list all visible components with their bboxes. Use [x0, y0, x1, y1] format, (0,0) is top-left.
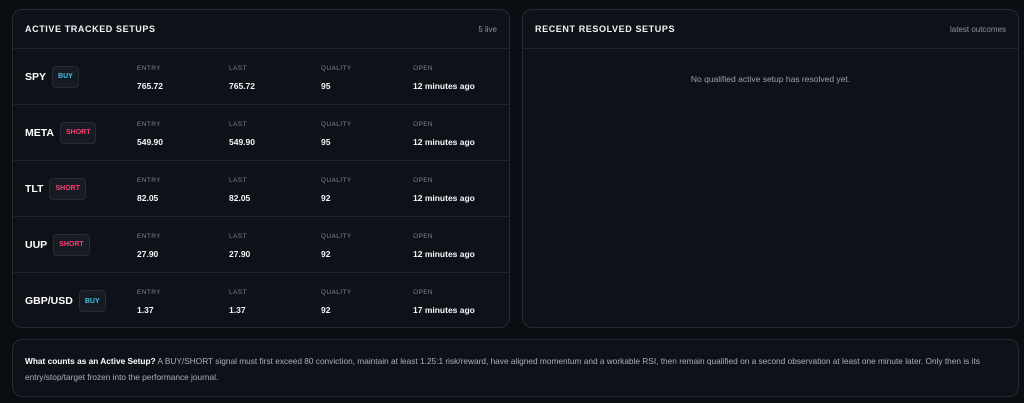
setup-row[interactable]: GBP/USD BUY ENTRY 1.37 LAST 1.37 QUALITY 92 OPEN…: [13, 273, 509, 327]
setup-row[interactable]: META SHORT ENTRY 549.90 LAST 549.90 QUALITY 95 O…: [13, 105, 509, 161]
setup-symbol-cell: TLT SHORT: [25, 161, 86, 216]
quality-metric: QUALITY 92: [321, 176, 352, 203]
quality-label: QUALITY: [321, 289, 352, 296]
setup-symbol: TLT: [25, 182, 44, 195]
open-value: 17 minutes ago: [413, 305, 475, 315]
entry-value: 82.05: [137, 193, 159, 203]
side-badge: SHORT: [59, 121, 97, 144]
setup-row[interactable]: UUP SHORT ENTRY 27.90 LAST 27.90 QUALITY 92 OPEN…: [13, 217, 509, 273]
open-label: OPEN: [413, 233, 434, 240]
last-metric: LAST 27.90: [229, 232, 250, 259]
setup-symbol: UUP: [25, 238, 48, 251]
resolved-setups-header: RECENT RESOLVED SETUPS latest outcomes: [523, 10, 1018, 49]
entry-label: ENTRY: [137, 65, 161, 72]
last-metric: LAST 549.90: [229, 120, 255, 147]
last-metric: LAST 765.72: [229, 64, 255, 91]
active-setups-header: ACTIVE TRACKED SETUPS 5 live: [13, 10, 509, 49]
side-badge: BUY: [78, 290, 106, 312]
entry-value: 549.90: [137, 137, 163, 147]
quality-label: QUALITY: [321, 121, 352, 128]
entry-metric: ENTRY 765.72: [137, 64, 163, 91]
entry-metric: ENTRY 1.37: [137, 288, 161, 315]
side-badge: SHORT: [49, 177, 86, 200]
entry-label: ENTRY: [137, 177, 161, 184]
entry-label: ENTRY: [137, 289, 161, 296]
quality-value: 92: [321, 305, 331, 315]
open-value: 12 minutes ago: [413, 193, 475, 203]
open-label: OPEN: [413, 177, 434, 184]
explainer-body: A BUY/SHORT signal must first exceed 80 …: [25, 356, 980, 382]
quality-label: QUALITY: [321, 65, 352, 72]
last-value: 765.72: [229, 81, 255, 91]
open-label: OPEN: [413, 65, 434, 72]
entry-metric: ENTRY 27.90: [137, 232, 161, 259]
live-count: 5 live: [478, 24, 497, 34]
resolved-setups-subtitle: latest outcomes: [949, 24, 1006, 34]
open-label: OPEN: [413, 289, 434, 296]
open-metric: OPEN 12 minutes ago: [413, 120, 475, 147]
quality-metric: QUALITY 92: [321, 288, 352, 315]
setup-row[interactable]: SPY BUY ENTRY 765.72 LAST 765.72 QUALITY 95 OPEN…: [13, 49, 509, 105]
empty-state-message: No qualified active setup has resolved y…: [690, 74, 851, 84]
last-label: LAST: [229, 121, 247, 128]
active-setup-explainer: What counts as an Active Setup? A BUY/SH…: [12, 339, 1019, 397]
open-value: 12 minutes ago: [413, 249, 475, 259]
last-value: 27.90: [229, 249, 251, 259]
entry-metric: ENTRY 549.90: [137, 120, 163, 147]
open-metric: OPEN 12 minutes ago: [413, 64, 475, 91]
entry-label: ENTRY: [137, 121, 161, 128]
active-setups-list: SPY BUY ENTRY 765.72 LAST 765.72 QUALITY 95 OPEN…: [13, 49, 509, 327]
open-metric: OPEN 12 minutes ago: [413, 176, 475, 203]
last-metric: LAST 82.05: [229, 176, 250, 203]
entry-value: 1.37: [137, 305, 154, 315]
setup-row[interactable]: TLT SHORT ENTRY 82.05 LAST 82.05 QUALITY 92 OPEN…: [13, 161, 509, 217]
quality-label: QUALITY: [321, 177, 352, 184]
entry-value: 27.90: [137, 249, 159, 259]
open-value: 12 minutes ago: [413, 81, 475, 91]
explainer-text: What counts as an Active Setup? A BUY/SH…: [13, 340, 1018, 385]
resolved-setups-title: RECENT RESOLVED SETUPS: [535, 24, 676, 34]
side-badge: BUY: [52, 65, 79, 88]
last-value: 82.05: [229, 193, 251, 203]
side-badge: SHORT: [53, 233, 90, 256]
setup-symbol-cell: SPY BUY: [25, 49, 79, 104]
quality-label: QUALITY: [321, 233, 352, 240]
entry-value: 765.72: [137, 81, 163, 91]
open-value: 12 minutes ago: [413, 137, 475, 147]
quality-value: 92: [321, 193, 331, 203]
last-label: LAST: [229, 65, 247, 72]
last-label: LAST: [229, 233, 247, 240]
quality-metric: QUALITY 92: [321, 232, 352, 259]
last-label: LAST: [229, 177, 247, 184]
quality-metric: QUALITY 95: [321, 64, 352, 91]
open-metric: OPEN 12 minutes ago: [413, 232, 475, 259]
quality-metric: QUALITY 95: [321, 120, 352, 147]
resolved-setups-panel: RECENT RESOLVED SETUPS latest outcomes N…: [522, 9, 1019, 328]
active-setups-panel: ACTIVE TRACKED SETUPS 5 live SPY BUY ENTRY…: [12, 9, 510, 328]
open-label: OPEN: [413, 121, 434, 128]
open-metric: OPEN 17 minutes ago: [413, 288, 475, 315]
last-label: LAST: [229, 289, 247, 296]
entry-metric: ENTRY 82.05: [137, 176, 161, 203]
quality-value: 95: [321, 81, 331, 91]
setup-symbol: META: [25, 126, 54, 139]
setup-symbol-cell: UUP SHORT: [25, 217, 90, 272]
quality-value: 95: [321, 137, 331, 147]
last-value: 549.90: [229, 137, 255, 147]
setup-symbol-cell: META SHORT: [25, 105, 97, 160]
quality-value: 92: [321, 249, 331, 259]
setup-symbol: SPY: [25, 70, 47, 83]
setup-symbol: GBP/USD: [25, 295, 73, 307]
last-value: 1.37: [229, 305, 246, 315]
active-setups-title: ACTIVE TRACKED SETUPS: [25, 24, 156, 34]
last-metric: LAST 1.37: [229, 288, 247, 315]
entry-label: ENTRY: [137, 233, 161, 240]
setup-symbol-cell: GBP/USD BUY: [25, 273, 106, 327]
explainer-heading: What counts as an Active Setup?: [25, 356, 156, 366]
